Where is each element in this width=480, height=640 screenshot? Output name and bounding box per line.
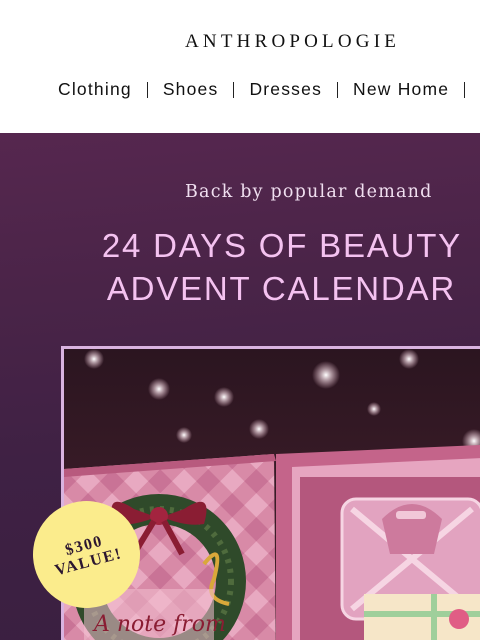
nav-divider (146, 81, 148, 98)
main-nav: Clothing Shoes Dresses New Home (58, 79, 480, 100)
hero-tagline: Back by popular demand (185, 182, 433, 202)
hero-title-line-2: ADVENT CALENDAR (106, 270, 456, 307)
brand-logo[interactable]: ANTHROPOLOGIE (185, 31, 400, 53)
hero-title-line-1: 24 DAYS OF BEAUTY (101, 227, 462, 264)
nav-divider (464, 81, 466, 98)
advent-calendar-photo[interactable]: A note from (61, 346, 480, 640)
nav-item-new-home[interactable]: New Home (353, 79, 449, 100)
email-header: ANTHROPOLOGIE Clothing Shoes Dresses New… (0, 0, 480, 133)
advent-calendar-illustration: A note from (64, 349, 480, 640)
calendar-open-box (276, 445, 480, 640)
nav-item-dresses[interactable]: Dresses (249, 79, 322, 100)
nav-divider (337, 81, 339, 98)
calendar-note-text: A note from (92, 612, 226, 637)
nav-divider (233, 81, 235, 98)
nav-item-shoes[interactable]: Shoes (163, 79, 219, 100)
nav-item-clothing[interactable]: Clothing (58, 79, 132, 100)
hero-banner[interactable]: Back by popular demand 24 DAYS OF BEAUTY… (0, 133, 480, 640)
